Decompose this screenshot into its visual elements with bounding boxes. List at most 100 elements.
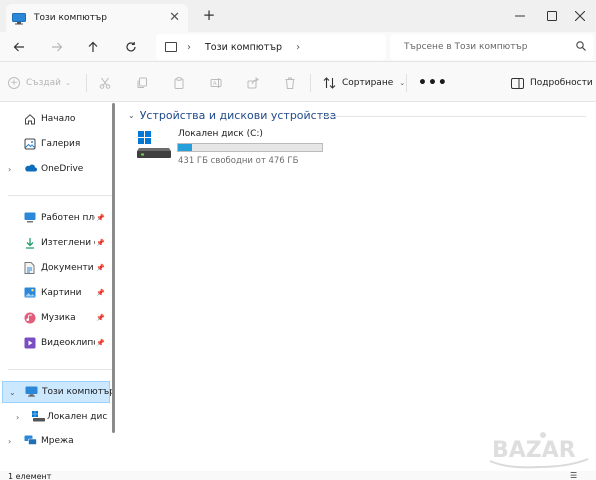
- breadcrumb-this-pc[interactable]: Този компютър: [205, 42, 282, 53]
- navigation-bar: › Този компютър ›: [0, 32, 596, 62]
- computer-icon: [25, 386, 38, 398]
- chevron-down-icon[interactable]: ⌄: [9, 388, 16, 397]
- chevron-right-icon[interactable]: ›: [8, 437, 11, 446]
- plus-icon: +: [8, 77, 20, 89]
- details-label: Подробности: [530, 78, 593, 88]
- new-label: Създай: [26, 78, 62, 88]
- pin-icon[interactable]: 📌: [96, 214, 105, 222]
- sidebar-scrollbar[interactable]: [112, 103, 115, 433]
- address-bar[interactable]: › Този компютър ›: [156, 34, 386, 60]
- search-icon: [576, 41, 586, 51]
- sidebar-item-label: Изтеглени ф: [41, 238, 95, 248]
- paste-icon: [174, 77, 184, 89]
- music-icon: [24, 312, 36, 324]
- sidebar-item-home[interactable]: Начало: [0, 108, 112, 130]
- pin-icon[interactable]: 📌: [96, 314, 105, 322]
- download-icon: [24, 237, 36, 249]
- search-box[interactable]: [390, 34, 593, 60]
- more-options-button[interactable]: •••: [418, 74, 448, 92]
- chevron-down-icon: ⌄: [65, 79, 71, 87]
- refresh-icon: [126, 42, 136, 52]
- divider: [8, 369, 112, 370]
- chevron-down-icon: ⌄: [399, 79, 406, 87]
- title-bar: Този компютър ✕ +: [0, 0, 596, 32]
- chevron-right-icon[interactable]: ›: [296, 42, 300, 53]
- close-window-button[interactable]: [564, 0, 596, 32]
- sidebar-item-label: Галерия: [41, 139, 81, 149]
- sidebar-item-downloads[interactable]: Изтеглени ф 📌: [0, 232, 112, 254]
- svg-text:BAZAR: BAZAR: [492, 438, 576, 463]
- up-button[interactable]: [84, 38, 102, 56]
- paste-button[interactable]: [170, 74, 188, 92]
- drive-tile-c[interactable]: Локален диск (C:) 431 ГБ свободни от 476…: [136, 127, 336, 167]
- plus-icon[interactable]: +: [200, 6, 218, 24]
- pictures-icon: [24, 287, 36, 299]
- group-header-label: Устройства и дискови устройства: [139, 109, 337, 122]
- delete-icon: [285, 77, 295, 89]
- pin-icon[interactable]: 📌: [96, 239, 105, 247]
- details-pane-icon: [511, 77, 524, 89]
- sidebar-item-gallery[interactable]: Галерия: [0, 133, 112, 155]
- sidebar-item-label: Работен пло: [41, 213, 95, 223]
- sidebar-item-documents[interactable]: Документи 📌: [0, 257, 112, 279]
- sidebar-item-label: Музика: [41, 313, 76, 323]
- network-icon: [24, 435, 37, 447]
- cut-button[interactable]: [96, 74, 114, 92]
- desktop-icon: [24, 212, 36, 224]
- arrow-right-icon: [52, 42, 63, 52]
- chevron-right-icon[interactable]: ›: [16, 413, 19, 422]
- sidebar-item-label: Мрежа: [41, 436, 74, 446]
- sidebar-item-label: Начало: [41, 114, 76, 124]
- sort-label: Сортиране: [342, 78, 394, 88]
- rename-button[interactable]: A: [207, 74, 225, 92]
- chevron-right-icon[interactable]: ›: [187, 42, 191, 53]
- computer-icon: [12, 12, 26, 24]
- tab-this-pc[interactable]: Този компютър ✕: [6, 4, 188, 32]
- refresh-button[interactable]: [122, 38, 140, 56]
- delete-button[interactable]: [281, 74, 299, 92]
- status-bar: 1 елемент ☰: [0, 471, 596, 480]
- search-input[interactable]: [404, 42, 569, 52]
- navigation-pane: Начало Галерия › OneDrive Работен пло 📌 …: [0, 103, 120, 471]
- arrow-left-icon: [13, 42, 24, 52]
- share-button[interactable]: [244, 74, 262, 92]
- sort-icon: [323, 77, 336, 89]
- chevron-right-icon[interactable]: ›: [8, 165, 11, 174]
- sidebar-item-onedrive[interactable]: › OneDrive: [0, 158, 112, 180]
- forward-button[interactable]: [48, 38, 66, 56]
- videos-icon: [24, 337, 36, 349]
- chevron-down-icon: ⌄: [128, 111, 135, 120]
- new-button[interactable]: + Създай ⌄: [8, 74, 71, 92]
- pin-icon[interactable]: 📌: [96, 339, 105, 347]
- close-icon[interactable]: ✕: [169, 10, 180, 25]
- divider: [320, 116, 586, 117]
- sidebar-item-videos[interactable]: Видеоклипо 📌: [0, 332, 112, 354]
- sidebar-item-label: Документи: [41, 263, 94, 273]
- drive-icon: [136, 131, 172, 159]
- pin-icon[interactable]: 📌: [96, 264, 105, 272]
- sidebar-item-this-pc[interactable]: ⌄ Този компютър: [2, 381, 112, 403]
- details-view-icon[interactable]: ☰: [570, 471, 577, 480]
- sidebar-item-desktop[interactable]: Работен пло 📌: [0, 207, 112, 229]
- back-button[interactable]: [10, 38, 28, 56]
- sidebar-item-label: Този компютър: [42, 387, 112, 397]
- divider: [310, 74, 311, 92]
- watermark-logo: BAZAR: [488, 425, 590, 471]
- sidebar-item-network[interactable]: › Мрежа: [0, 430, 112, 452]
- details-pane-button[interactable]: Подробности: [511, 74, 593, 92]
- sidebar-item-music[interactable]: Музика 📌: [0, 307, 112, 329]
- sidebar-item-pictures[interactable]: Картини 📌: [0, 282, 112, 304]
- gallery-icon: [24, 138, 36, 150]
- group-header-devices[interactable]: ⌄ Устройства и дискови устройства: [128, 109, 336, 122]
- svg-text:A: A: [213, 81, 217, 87]
- sort-button[interactable]: Сортиране ⌄: [323, 74, 405, 92]
- copy-button[interactable]: [133, 74, 151, 92]
- sidebar-item-label: OneDrive: [41, 164, 84, 174]
- pin-icon[interactable]: 📌: [96, 289, 105, 297]
- sidebar-item-local-disk[interactable]: › Локален диск: [0, 406, 112, 428]
- content-pane: ⌄ Устройства и дискови устройства Локале…: [120, 103, 596, 471]
- sidebar-item-label: Видеоклипо: [41, 338, 95, 348]
- cloud-icon: [24, 163, 37, 175]
- drive-usage-bar: [177, 143, 323, 152]
- computer-icon: [165, 42, 177, 52]
